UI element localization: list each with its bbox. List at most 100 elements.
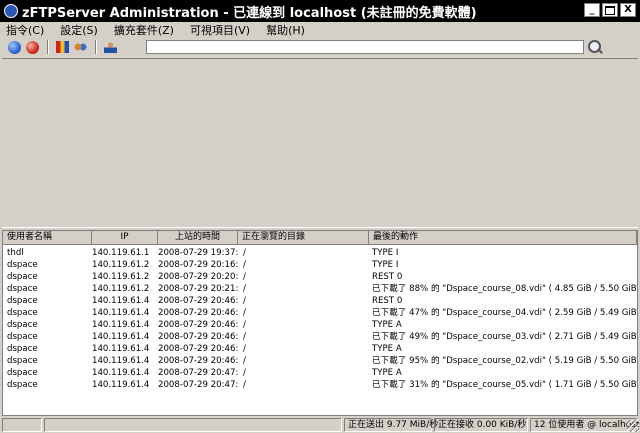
app-icon (4, 4, 18, 18)
table-row[interactable]: dspace 140.119.61.44 2008-07-29 20:47:13… (3, 367, 637, 379)
table-row[interactable]: dspace 140.119.61.40 2008-07-29 20:46:30… (3, 331, 637, 343)
cell-action: 已下載了 49% 的 "Dspace_course_03.vdi" ( 2.71… (372, 332, 636, 342)
title-bar[interactable]: zFTPServer Administration - 已連線到 localho… (0, 0, 640, 22)
cell-ip: 140.119.61.46 (92, 296, 149, 306)
cell-time: 2008-07-29 20:47:13 (158, 368, 238, 378)
cell-user: dspace (7, 272, 38, 282)
maximize-button[interactable] (602, 3, 618, 17)
log-pane (2, 58, 638, 228)
users-list[interactable]: 使用者名稱 IP 上站的時間 正在瀏覽的目錄 最後的動作 thdl 140.11… (2, 230, 638, 416)
globe-red-icon (25, 40, 39, 54)
cell-ip: 140.119.61.169 (92, 248, 149, 258)
status-users: 12 位使用者 @ localhost (530, 418, 639, 432)
cell-time: 2008-07-29 20:46:29 (158, 320, 238, 330)
cell-ip: 140.119.61.44 (92, 368, 149, 378)
cell-time: 2008-07-29 20:47:15 (158, 380, 238, 390)
cell-ip: 140.119.61.42 (92, 356, 149, 366)
cell-action: 已下載了 95% 的 "Dspace_course_02.vdi" ( 5.19… (372, 356, 636, 366)
cell-action: TYPE A (372, 320, 402, 330)
cell-action: 已下載了 47% 的 "Dspace_course_04.vdi" ( 2.59… (372, 308, 636, 318)
cell-ip: 140.119.61.210 (92, 284, 149, 294)
minimize-button[interactable]: _ (584, 3, 600, 17)
cell-time: 2008-07-29 20:46:12 (158, 296, 238, 306)
cell-user: dspace (7, 344, 38, 354)
cell-directory: / (243, 308, 246, 318)
toolbar-separator (47, 40, 49, 54)
cell-action: TYPE A (372, 368, 402, 378)
cell-directory: / (243, 296, 246, 306)
status-sending: 正在送出 9.77 MiB/秒 (344, 418, 438, 432)
cell-directory: / (243, 260, 246, 270)
globe-blue-icon (7, 40, 21, 54)
resize-grip[interactable] (627, 420, 639, 432)
table-row[interactable]: dspace 140.119.61.42 2008-07-29 20:46:45… (3, 343, 637, 355)
disconnect-button[interactable] (24, 39, 40, 55)
header-ip[interactable]: IP (92, 231, 158, 245)
window-title: zFTPServer Administration - 已連線到 localho… (22, 5, 477, 21)
status-panel-empty (44, 418, 342, 432)
cell-ip: 140.119.61.210 (92, 272, 149, 282)
cell-time: 2008-07-29 20:46:45 (158, 344, 238, 354)
cell-directory: / (243, 272, 246, 282)
cell-ip: 140.119.61.42 (92, 344, 149, 354)
toolbar-separator (95, 40, 97, 54)
cell-time: 2008-07-29 20:46:47 (158, 356, 238, 366)
cell-user: dspace (7, 260, 38, 270)
users-icon (73, 41, 87, 53)
cell-user: dspace (7, 380, 38, 390)
cell-action: TYPE I (372, 248, 399, 258)
user-button[interactable] (102, 39, 118, 55)
cell-action: 已下載了 31% 的 "Dspace_course_05.vdi" ( 1.71… (372, 380, 636, 390)
table-row[interactable]: dspace 140.119.61.40 2008-07-29 20:46:29… (3, 319, 637, 331)
header-directory[interactable]: 正在瀏覽的目錄 (238, 231, 369, 245)
cell-ip: 140.119.61.44 (92, 380, 149, 390)
table-row[interactable]: dspace 140.119.61.210 2008-07-29 20:20:5… (3, 271, 637, 283)
header-action[interactable]: 最後的動作 (369, 231, 637, 245)
cell-action: REST 0 (372, 296, 403, 306)
table-row[interactable]: dspace 140.119.61.46 2008-07-29 20:46:12… (3, 295, 637, 307)
cell-user: dspace (7, 284, 38, 294)
table-row[interactable]: dspace 140.119.61.44 2008-07-29 20:47:15… (3, 379, 637, 391)
columns-icon (55, 41, 69, 53)
table-row[interactable]: dspace 140.119.61.210 2008-07-29 20:21:0… (3, 283, 637, 295)
close-button[interactable]: X (620, 3, 636, 17)
window-controls: _ X (584, 3, 636, 17)
cell-directory: / (243, 248, 246, 258)
cell-time: 2008-07-29 19:37:21 (158, 248, 238, 258)
users-button[interactable] (72, 39, 88, 55)
cell-time: 2008-07-29 20:46:30 (158, 332, 238, 342)
cell-action: REST 0 (372, 272, 403, 282)
header-user[interactable]: 使用者名稱 (3, 231, 92, 245)
cell-directory: / (243, 380, 246, 390)
cell-user: thdl (7, 248, 24, 258)
table-row[interactable]: dspace 140.119.61.42 2008-07-29 20:46:47… (3, 355, 637, 367)
menu-extensions[interactable]: 擴充套件(Z) (114, 22, 174, 38)
status-panel-empty (2, 418, 42, 432)
table-row[interactable]: dspace 140.119.61.46 2008-07-29 20:46:15… (3, 307, 637, 319)
cell-directory: / (243, 356, 246, 366)
menu-settings[interactable]: 設定(S) (60, 22, 98, 38)
columns-button[interactable] (54, 39, 70, 55)
table-row[interactable]: thdl 140.119.61.169 2008-07-29 19:37:21 … (3, 247, 637, 259)
cell-action: TYPE I (372, 260, 399, 270)
cell-user: dspace (7, 308, 38, 318)
cell-directory: / (243, 344, 246, 354)
header-time[interactable]: 上站的時間 (158, 231, 238, 245)
menu-view[interactable]: 可視項目(V) (190, 22, 250, 38)
search-input[interactable] (146, 40, 584, 54)
cell-ip: 140.119.61.212 (92, 260, 149, 270)
connect-button[interactable] (6, 39, 22, 55)
cell-action: 已下載了 88% 的 "Dspace_course_08.vdi" ( 4.85… (372, 284, 636, 294)
cell-directory: / (243, 368, 246, 378)
cell-user: dspace (7, 296, 38, 306)
search-icon[interactable] (586, 38, 604, 56)
table-row[interactable]: dspace 140.119.61.212 2008-07-29 20:16:2… (3, 259, 637, 271)
cell-time: 2008-07-29 20:20:57 (158, 272, 238, 282)
menu-help[interactable]: 幫助(H) (266, 22, 305, 38)
cell-user: dspace (7, 356, 38, 366)
cell-time: 2008-07-29 20:46:15 (158, 308, 238, 318)
status-receiving: 正在接收 0.00 KiB/秒 (434, 418, 528, 432)
cell-user: dspace (7, 332, 38, 342)
status-bar: 正在送出 9.77 MiB/秒 正在接收 0.00 KiB/秒 12 位使用者 … (0, 417, 640, 433)
menu-command[interactable]: 指令(C) (6, 22, 44, 38)
